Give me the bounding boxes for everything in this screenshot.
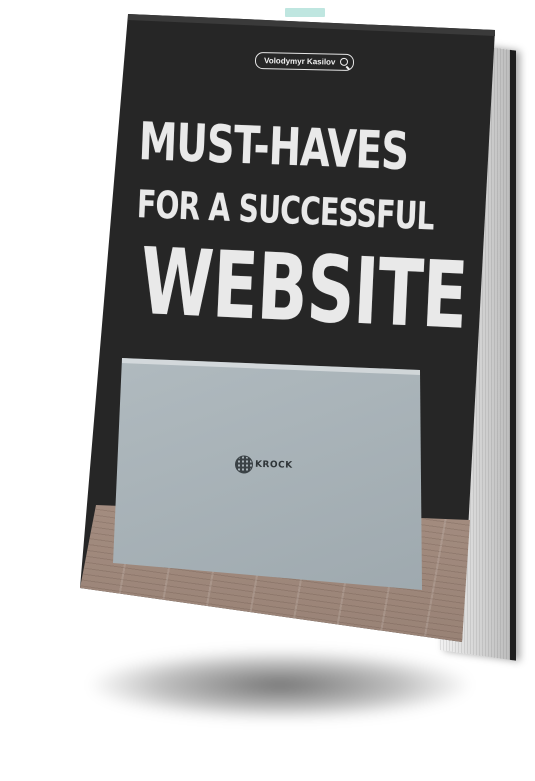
title-line-3: WEBSITE xyxy=(138,228,470,350)
floor-shadow xyxy=(90,650,470,720)
laptop-brand-text: KROCK xyxy=(254,459,293,471)
laptop-logo: KROCK xyxy=(234,455,293,475)
title-line-1: MUST-HAVES xyxy=(137,112,410,183)
author-name: Volodymyr Kasilov xyxy=(263,56,336,67)
globe-logo-icon xyxy=(234,455,254,474)
search-icon xyxy=(340,57,349,66)
book-mockup: KROCK Volodymyr Kasilov MUST-HAVES FOR A… xyxy=(0,0,535,781)
bookmark-ribbon xyxy=(285,8,325,17)
author-badge: Volodymyr Kasilov xyxy=(254,51,355,72)
